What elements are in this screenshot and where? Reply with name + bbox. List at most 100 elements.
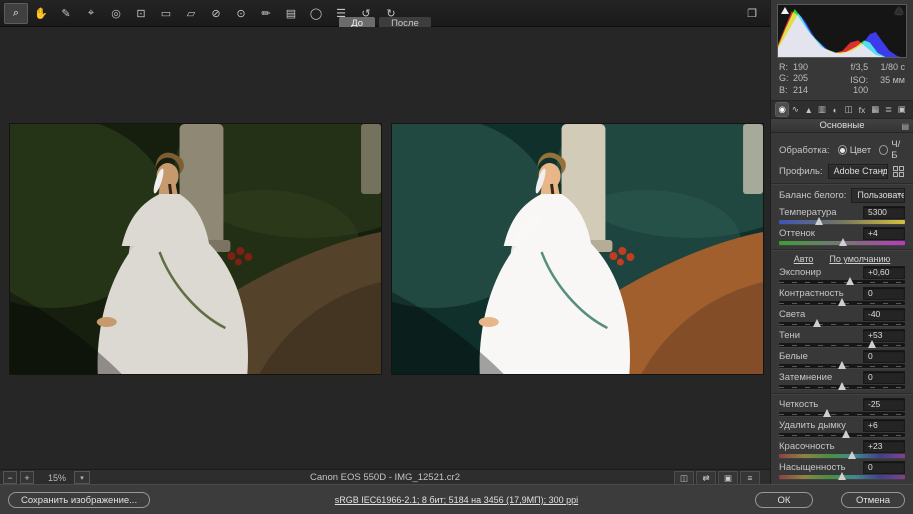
slider-value[interactable]: 0 (863, 350, 905, 363)
tab-effects-icon[interactable]: fx (856, 103, 868, 116)
default-link[interactable]: По умолчанию (829, 254, 890, 264)
slider-value[interactable]: +6 (863, 419, 905, 432)
slider-thumb[interactable] (839, 238, 847, 246)
slider-value[interactable]: -25 (863, 398, 905, 411)
white-balance-row: Баланс белого: Пользовательский (779, 188, 905, 203)
slider-value[interactable]: -40 (863, 308, 905, 321)
white-balance-dropdown[interactable]: Пользовательский (851, 188, 905, 203)
highlights-slider[interactable] (779, 322, 905, 326)
slider-thumb[interactable] (842, 430, 850, 438)
tab-detail-icon[interactable]: ▲ (803, 103, 815, 116)
slider-value[interactable]: 5300 (863, 206, 905, 219)
ok-button[interactable]: ОК (755, 492, 813, 508)
slider-clarity: Четкость -25 (779, 398, 905, 416)
profile-browser-icon[interactable] (892, 165, 905, 178)
panel-tabs: ◉ ∿ ▲ ▥ ◐ ◫ fx ▦ ≣ ▣ (771, 100, 913, 119)
shadows-slider[interactable] (779, 343, 905, 347)
slider-label: Красочность (779, 441, 835, 452)
shutter-value: 1/80 с (880, 62, 905, 72)
slider-value[interactable]: +4 (863, 227, 905, 240)
slider-label: Затемнение (779, 372, 832, 383)
profile-dropdown[interactable]: Adobe Стандартный (828, 164, 888, 179)
treatment-row: Обработка: Цвет Ч/Б (779, 139, 905, 161)
temperature-slider[interactable] (779, 220, 905, 224)
slider-thumb[interactable] (815, 217, 823, 225)
tab-tone-curve-icon[interactable]: ∿ (789, 103, 801, 116)
copy-settings-button[interactable]: ▣ (718, 471, 738, 485)
after-image[interactable] (391, 123, 764, 375)
slider-thumb[interactable] (838, 472, 846, 480)
swap-views-button[interactable]: ⇄ (696, 471, 716, 485)
slider-value[interactable]: 0 (863, 371, 905, 384)
tab-split-toning-icon[interactable]: ◐ (829, 103, 841, 116)
slider-thumb[interactable] (823, 409, 831, 417)
vibrance-slider[interactable] (779, 454, 905, 458)
tab-hsl-grayscale-icon[interactable]: ▥ (816, 103, 828, 116)
slider-label: Удалить дымку (779, 420, 846, 431)
tab-camera-calibration-icon[interactable]: ▦ (869, 103, 881, 116)
before-image[interactable] (9, 123, 382, 375)
tab-presets-icon[interactable]: ≣ (882, 103, 894, 116)
slider-thumb[interactable] (813, 319, 821, 327)
b-value: 214 (793, 85, 819, 95)
panel-menu-icon[interactable]: ▤ (901, 120, 909, 133)
slider-value[interactable]: +23 (863, 440, 905, 453)
clarity-slider[interactable] (779, 412, 905, 416)
tint-slider[interactable] (779, 241, 905, 245)
slider-thumb[interactable] (838, 361, 846, 369)
slider-whites: Белые 0 (779, 350, 905, 368)
slider-label: Насыщенность (779, 462, 846, 473)
slider-label: Тени (779, 330, 800, 341)
profile-label: Профиль: (779, 166, 823, 177)
slider-label: Экспонир (779, 267, 821, 278)
preview-options-button[interactable]: ≡ (740, 471, 760, 485)
slider-exposure: Экспонир +0,60 (779, 266, 905, 284)
saturation-slider[interactable] (779, 475, 905, 479)
slider-dehaze: Удалить дымку +6 (779, 419, 905, 437)
iso-value: ISO: 100 (833, 75, 868, 95)
highlight-clipping-icon[interactable] (895, 7, 903, 14)
dehaze-slider[interactable] (779, 433, 905, 437)
tab-lens-corrections-icon[interactable]: ◫ (842, 103, 854, 116)
slider-temperature: Температура 5300 (779, 206, 905, 224)
slider-thumb[interactable] (838, 382, 846, 390)
slider-label: Температура (779, 207, 837, 218)
divider (771, 183, 913, 184)
aperture-value: f/3,5 (833, 62, 868, 72)
auto-link[interactable]: Авто (794, 254, 814, 264)
bottom-bar: Сохранить изображение... sRGB IEC61966-2… (0, 484, 913, 514)
image-filename: Canon EOS 550D - IMG_12521.cr2 (0, 472, 770, 483)
treatment-bw-radio[interactable] (879, 145, 888, 155)
exposure-slider[interactable] (779, 280, 905, 284)
slider-thumb[interactable] (846, 277, 854, 285)
blacks-slider[interactable] (779, 385, 905, 389)
slider-value[interactable]: 0 (863, 287, 905, 300)
whites-slider[interactable] (779, 364, 905, 368)
treatment-color-radio[interactable] (838, 145, 847, 155)
contrast-slider[interactable] (779, 301, 905, 305)
tab-basic-icon[interactable]: ◉ (776, 103, 788, 116)
slider-shadows: Тени +53 (779, 329, 905, 347)
slider-highlights: Света -40 (779, 308, 905, 326)
slider-value[interactable]: +0,60 (863, 266, 905, 279)
rgb-readout: R: 190 G: 205 B: 214 (779, 62, 819, 95)
slider-blacks: Затемнение 0 (779, 371, 905, 389)
tab-snapshots-icon[interactable]: ▣ (896, 103, 908, 116)
slider-value[interactable]: 0 (863, 461, 905, 474)
canvas-footer: − + 15% ▾ Canon EOS 550D - IMG_12521.cr2… (0, 469, 770, 485)
slider-thumb[interactable] (848, 451, 856, 459)
image-info: R: 190 G: 205 B: 214 f/3,5 1/80 с ISO: 1… (771, 58, 913, 97)
treatment-bw-label: Ч/Б (891, 139, 905, 161)
cancel-button[interactable]: Отмена (841, 492, 905, 508)
cycle-view-button[interactable]: ◫ (674, 471, 694, 485)
treatment-color-label: Цвет (850, 145, 871, 156)
slider-thumb[interactable] (868, 340, 876, 348)
slider-label: Контрастность (779, 288, 844, 299)
r-label: R: (779, 62, 793, 72)
g-label: G: (779, 73, 793, 83)
slider-vibrance: Красочность +23 (779, 440, 905, 458)
divider (771, 393, 913, 394)
shadow-clipping-icon[interactable] (781, 7, 789, 14)
slider-thumb[interactable] (838, 298, 846, 306)
panel-title: Основные ▤ (771, 119, 913, 133)
